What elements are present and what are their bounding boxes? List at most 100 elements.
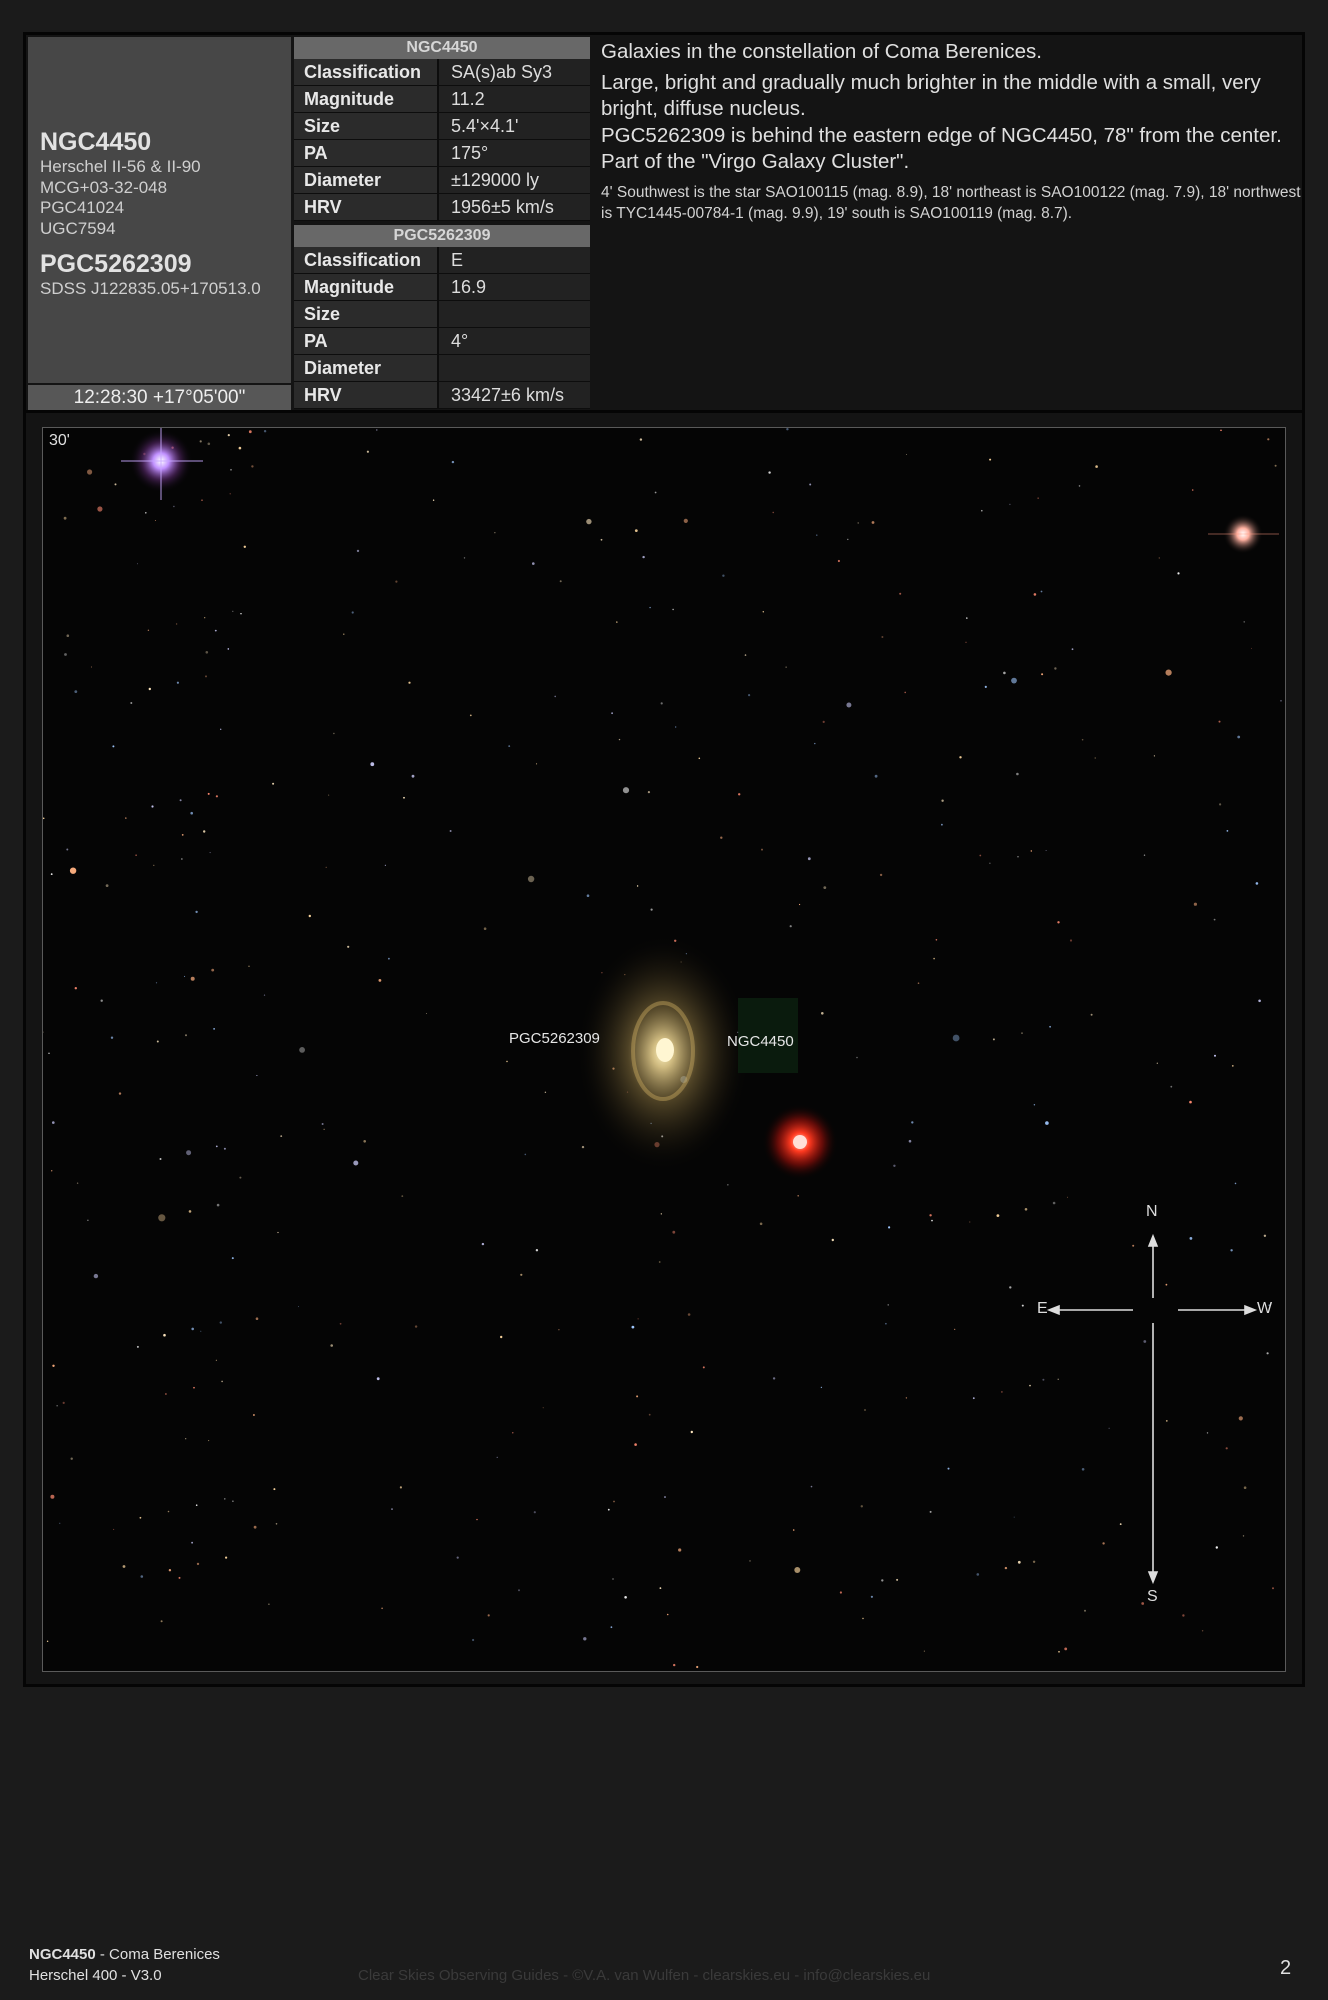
background-star (581, 1145, 585, 1149)
background-star (87, 469, 93, 475)
background-star (1143, 854, 1146, 856)
background-star (209, 852, 211, 854)
background-star (221, 1380, 223, 1383)
background-star (243, 545, 246, 548)
background-star (636, 885, 639, 887)
table-row: Diameter (294, 355, 590, 382)
background-star (1189, 1237, 1193, 1240)
background-star (1017, 856, 1019, 858)
background-star (232, 1500, 234, 1502)
background-star (675, 726, 677, 728)
background-star (1206, 1432, 1209, 1434)
background-star (792, 1529, 795, 1531)
background-star (112, 745, 115, 748)
background-star (533, 1511, 536, 1514)
background-star (1189, 1100, 1192, 1104)
footer-credit: Clear Skies Observing Guides - ©V.A. van… (358, 1967, 931, 1984)
background-star (105, 884, 109, 887)
row-key: Size (294, 301, 439, 328)
description-line: Galaxies in the constellation of Coma Be… (601, 40, 1042, 63)
background-star (559, 580, 562, 583)
galaxy-core (656, 1038, 674, 1062)
background-star (911, 1121, 914, 1124)
background-star (50, 1494, 55, 1499)
table-row: Diameter ±129000 ly (294, 167, 590, 194)
background-star (996, 1214, 1000, 1217)
background-star (612, 1578, 614, 1580)
secondary-alias: SDSS J122835.05+170513.0 (40, 279, 261, 298)
background-star (989, 862, 991, 864)
background-star (768, 471, 771, 474)
background-star (981, 509, 983, 512)
background-star (252, 1414, 255, 1416)
background-star (353, 1160, 359, 1166)
background-star (263, 994, 266, 996)
background-star (959, 756, 962, 759)
background-star (248, 430, 252, 434)
background-star (231, 1257, 234, 1260)
background-star (321, 1123, 324, 1125)
table-header: NGC4450 (294, 37, 590, 59)
background-star (1191, 489, 1194, 491)
background-star (308, 914, 311, 918)
background-star (414, 1325, 418, 1328)
background-star (744, 654, 747, 656)
object-card: NGC4450 Herschel II-56 & II-90 MCG+03-32… (23, 32, 1305, 1687)
background-star (992, 1038, 995, 1041)
row-key: Diameter (294, 167, 439, 194)
description-line: Part of the "Virgo Galaxy Cluster". (601, 150, 910, 173)
background-star (786, 428, 789, 431)
table-row: Classification SA(s)ab Sy3 (294, 59, 590, 86)
background-star (323, 1128, 325, 1130)
background-star (1004, 1566, 1008, 1570)
background-star (193, 1386, 195, 1389)
background-star (1201, 1630, 1204, 1632)
background-star (624, 1596, 627, 1599)
background-star (496, 1456, 498, 1458)
background-star (1064, 1647, 1068, 1651)
background-star (401, 1195, 404, 1197)
background-star (1255, 882, 1259, 885)
background-star (456, 1556, 459, 1559)
background-star (1132, 1244, 1135, 1247)
footer-subtitle: Herschel 400 - V3.0 (29, 1967, 162, 1984)
background-star (797, 1195, 799, 1197)
background-star (168, 1569, 172, 1572)
background-star (135, 854, 137, 856)
table-row: HRV 33427±6 km/s (294, 382, 590, 409)
background-star (1214, 1054, 1216, 1057)
table-row: PA 4° (294, 328, 590, 355)
background-star (190, 811, 193, 815)
background-star (1045, 1121, 1049, 1125)
row-key: Size (294, 113, 439, 140)
background-star (789, 925, 792, 928)
background-star (1219, 803, 1222, 806)
background-star (1177, 572, 1180, 575)
background-star (1237, 735, 1241, 739)
row-key: Classification (294, 247, 439, 274)
background-star (494, 532, 496, 534)
background-star (232, 610, 234, 612)
background-star (748, 694, 751, 697)
star-core (793, 1135, 807, 1149)
background-star (810, 1485, 813, 1488)
background-star (426, 1013, 427, 1014)
background-star (376, 1377, 380, 1381)
background-star (846, 702, 852, 708)
footer-constellation: - Coma Berenices (95, 1946, 220, 1963)
background-star (673, 1663, 676, 1667)
background-star (298, 1306, 299, 1308)
background-star (860, 1505, 863, 1508)
background-star (125, 817, 127, 819)
background-star (1267, 438, 1270, 441)
background-star (52, 1364, 55, 1367)
row-value (439, 355, 590, 382)
row-value: 16.9 (439, 274, 590, 301)
background-star (248, 965, 250, 967)
background-star (1049, 1025, 1051, 1028)
background-star (906, 454, 907, 455)
background-star (941, 823, 943, 826)
description-line: PGC5262309 is behind the eastern edge of… (601, 123, 1282, 147)
background-star (1243, 621, 1245, 623)
background-star (181, 858, 183, 860)
